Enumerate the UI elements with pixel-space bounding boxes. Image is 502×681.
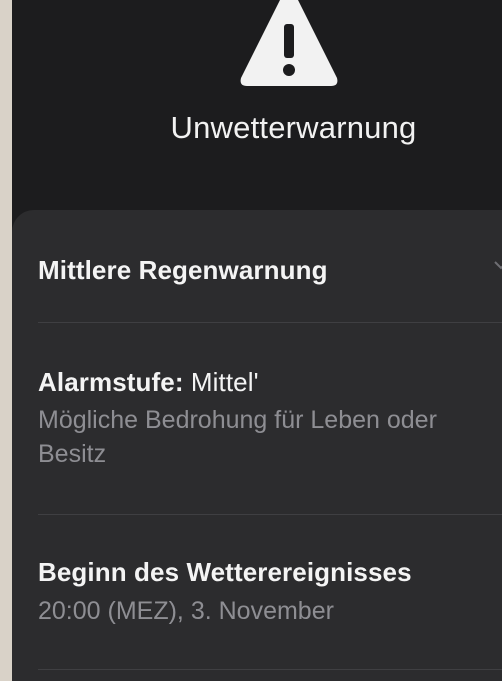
alert-level-label: Alarmstufe:	[38, 367, 184, 397]
divider	[38, 669, 502, 670]
chevron-down-icon[interactable]	[494, 258, 502, 272]
warning-triangle-icon	[240, 0, 338, 86]
alert-level: Alarmstufe: Mittel'	[38, 367, 259, 398]
alert-header: Unwetterwarnung	[12, 0, 502, 210]
alert-level-description: Mögliche Bedrohung für Leben oder Besitz	[38, 406, 437, 468]
alert-name[interactable]: Mittlere Regenwarnung	[38, 255, 328, 286]
alert-details-card: Mittlere Regenwarnung Alarmstufe: Mittel…	[12, 210, 502, 681]
divider	[38, 322, 502, 323]
weather-alert-screen: Unwetterwarnung Mittlere Regenwarnung Al…	[12, 0, 502, 681]
divider	[38, 514, 502, 515]
event-start-label: Beginn des Wetterereignisses	[38, 557, 412, 587]
alert-level-value: Mittel'	[183, 367, 259, 397]
event-start-value: 20:00 (MEZ), 3. November	[38, 597, 334, 625]
screenshot-frame: Unwetterwarnung Mittlere Regenwarnung Al…	[0, 0, 502, 681]
page-title: Unwetterwarnung	[170, 110, 417, 145]
